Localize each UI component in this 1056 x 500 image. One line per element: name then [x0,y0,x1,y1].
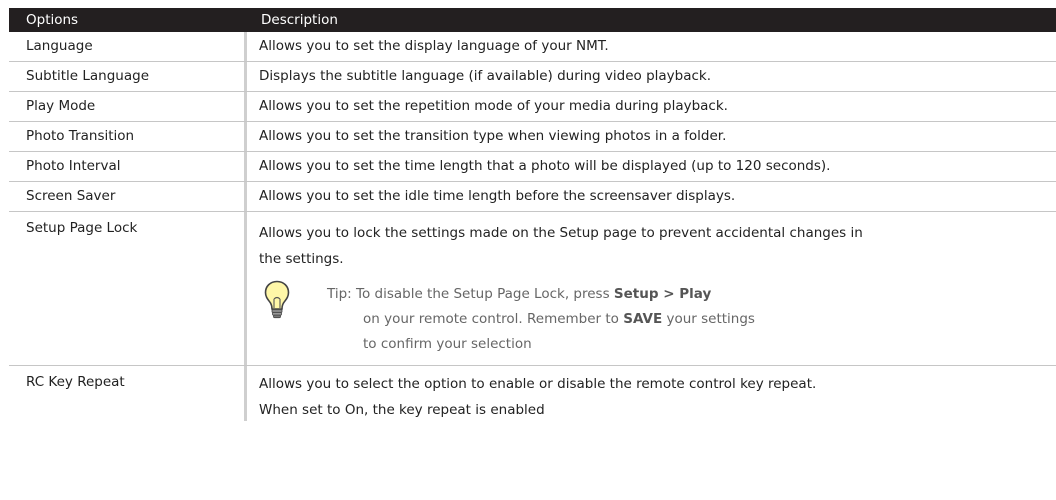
option-name: Language [9,32,247,61]
table-row: Play Mode Allows you to set the repetiti… [9,92,1056,122]
header-description: Description [261,12,338,28]
table-row: Photo Transition Allows you to set the t… [9,122,1056,152]
table-row: Photo Interval Allows you to set the tim… [9,152,1056,182]
tip-line-3: to confirm your selection [363,336,532,352]
lightbulb-icon [264,280,290,319]
description-line: When set to On, the key repeat is enable… [259,402,545,418]
option-name: RC Key Repeat [9,366,247,421]
option-name: Setup Page Lock [9,212,247,365]
table-row: RC Key Repeat Allows you to select the o… [9,366,1056,421]
option-name: Play Mode [9,92,247,121]
table-header: Options Description [9,8,1056,32]
table-row: Screen Saver Allows you to set the idle … [9,182,1056,212]
tip-box: Tip: To disable the Setup Page Lock, pre… [259,278,1056,358]
option-name: Photo Transition [9,122,247,151]
option-description: Allows you to lock the settings made on … [247,212,1056,365]
option-description: Allows you to set the repetition mode of… [259,98,728,114]
description-line: the settings. [259,251,344,267]
header-options: Options [26,12,79,28]
options-table: Options Description Language Allows you … [9,8,1056,421]
tip-key-save: SAVE [623,311,663,327]
option-description: Allows you to set the transition type wh… [259,128,727,144]
option-name: Subtitle Language [9,62,247,91]
tip-line-1: Tip: To disable the Setup Page Lock, pre… [327,286,712,302]
table-row: Setup Page Lock Allows you to lock the s… [9,212,1056,366]
option-description: Displays the subtitle language (if avail… [259,68,712,84]
option-description: Allows you to set the time length that a… [259,158,831,174]
tip-key-setup-play: Setup > Play [613,286,712,302]
description-line: Allows you to select the option to enabl… [259,376,817,392]
table-row: Language Allows you to set the display l… [9,32,1056,62]
option-description: Allows you to set the display language o… [259,38,609,54]
option-name: Screen Saver [9,182,247,211]
table-row: Subtitle Language Displays the subtitle … [9,62,1056,92]
option-description: Allows you to set the idle time length b… [259,188,736,204]
tip-line-2: on your remote control. Remember to SAVE… [363,311,755,327]
option-description: Allows you to select the option to enabl… [247,366,1056,421]
description-line: Allows you to lock the settings made on … [259,225,863,241]
tip-text: Tip: To disable the Setup Page Lock, pre… [327,282,755,357]
option-name: Photo Interval [9,152,247,181]
